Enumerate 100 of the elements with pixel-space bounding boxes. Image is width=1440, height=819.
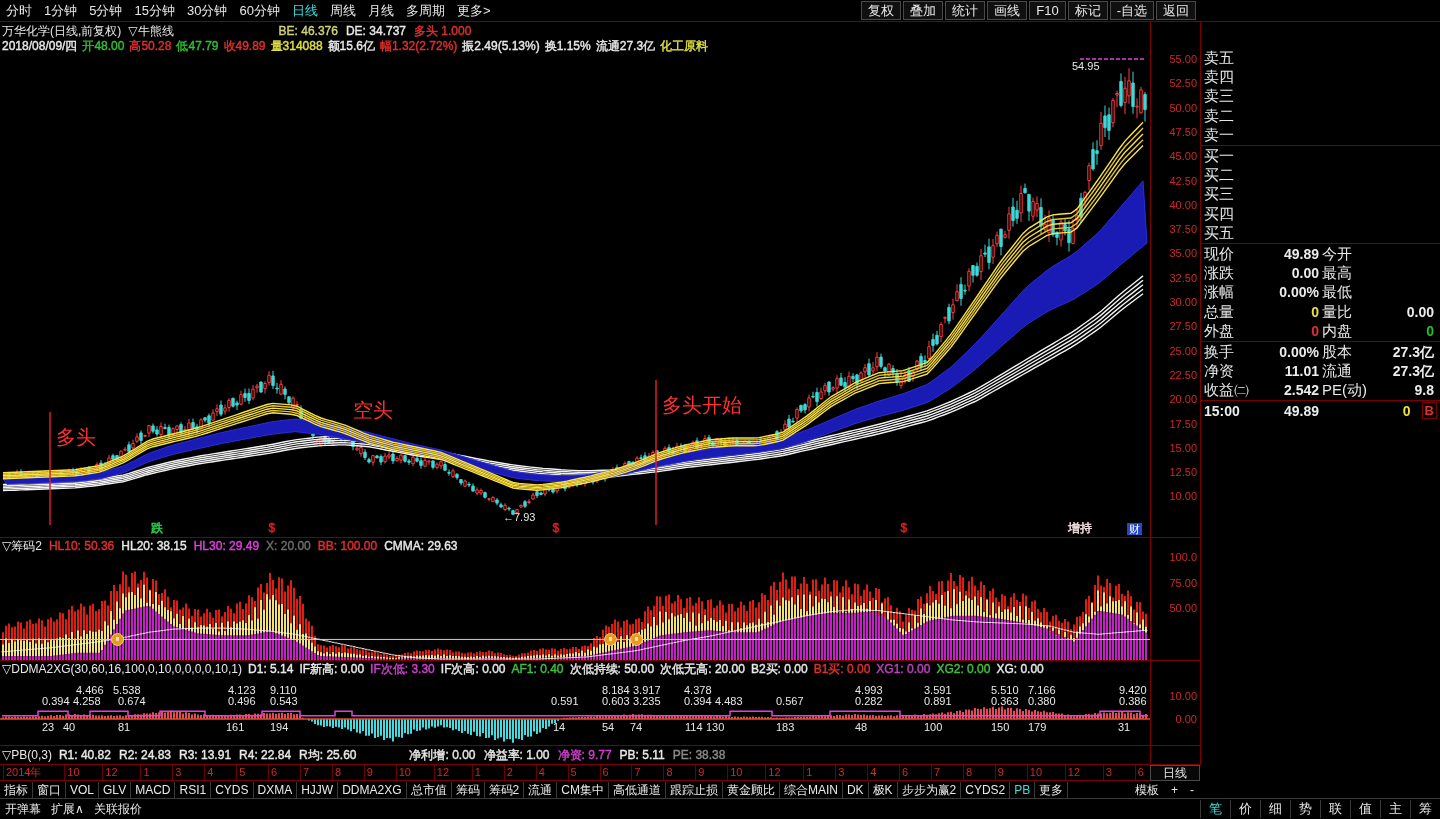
- panel-button[interactable]: -: [1184, 781, 1200, 798]
- indicator-tab[interactable]: 指标: [0, 781, 33, 798]
- indicator-value: PE: 38.38: [672, 748, 726, 762]
- bottom-link[interactable]: 扩展∧: [46, 800, 89, 818]
- time-axis-label: 8: [962, 765, 973, 780]
- quote-label: 量比: [1322, 302, 1353, 321]
- period-tab[interactable]: 日线: [285, 1, 324, 20]
- period-tab[interactable]: 月线: [361, 1, 400, 20]
- count-label: 14: [553, 721, 566, 733]
- toolbar-button[interactable]: 标记: [1067, 1, 1108, 20]
- time-axis-label: 10: [395, 765, 411, 780]
- view-tab[interactable]: 值: [1350, 800, 1380, 818]
- indicator-tab[interactable]: VOL: [66, 781, 99, 798]
- time-axis-label: 9: [363, 765, 373, 780]
- indicator-tab[interactable]: 综合MAIN: [779, 781, 843, 798]
- indicator-tab[interactable]: GLV: [99, 781, 132, 798]
- panel-button[interactable]: +: [1165, 781, 1184, 798]
- order-book-label: 卖四: [1204, 68, 1235, 87]
- indicator-tab[interactable]: CYDS2: [961, 781, 1011, 798]
- axis-label: 25.00: [1169, 344, 1197, 357]
- quote-label: 总量: [1204, 302, 1235, 321]
- view-tab[interactable]: 筹: [1410, 800, 1440, 818]
- indicator-tab[interactable]: 筹码: [451, 781, 485, 798]
- period-tab[interactable]: 30分钟: [180, 1, 234, 20]
- value-label: 3.917: [633, 684, 661, 696]
- indicator-value: AF1: 0.40: [511, 662, 564, 676]
- indicator-tab[interactable]: DK: [842, 781, 869, 798]
- value-label: 0.543: [270, 695, 298, 707]
- bar-info-value: 开48.00: [82, 39, 125, 53]
- indicator-tab[interactable]: 跟踪止损: [665, 781, 723, 798]
- indicator-tab[interactable]: 窗口: [33, 781, 66, 798]
- indicator-tab[interactable]: RSI1: [175, 781, 212, 798]
- quote-value: 0: [1311, 302, 1320, 321]
- count-label: 23: [42, 721, 55, 733]
- toolbar-button[interactable]: 复权: [861, 1, 902, 20]
- time-axis-label: 3: [835, 765, 845, 780]
- view-tab[interactable]: 势: [1290, 800, 1320, 818]
- bottom-link[interactable]: 开弹幕: [0, 800, 46, 818]
- period-tab[interactable]: 多周期: [399, 1, 451, 20]
- period-tab[interactable]: 60分钟: [233, 1, 286, 20]
- bottom-link[interactable]: 关联报价: [88, 800, 147, 818]
- period-tab[interactable]: 分时: [0, 1, 38, 20]
- period-tab[interactable]: 更多>: [450, 1, 497, 20]
- panel-button[interactable]: 模板: [1129, 781, 1165, 798]
- count-label: 179: [1028, 721, 1047, 733]
- value-label: 0.363: [991, 695, 1019, 707]
- toolbar-button[interactable]: F10: [1029, 1, 1066, 20]
- indicator-tab[interactable]: 流通: [524, 781, 558, 798]
- indicator-tab[interactable]: 黄金顾比: [722, 781, 780, 798]
- indicator-name[interactable]: ▽PB(0,3): [2, 748, 52, 762]
- order-book-label: 买一: [1204, 146, 1235, 165]
- period-tab[interactable]: 5分钟: [83, 1, 129, 20]
- indicator-tab[interactable]: DXMA: [253, 781, 298, 798]
- indicator-tab[interactable]: 高低通道: [608, 781, 666, 798]
- indicator-tab[interactable]: DDMA2XG: [338, 781, 407, 798]
- time-axis-label: 2014年: [3, 765, 42, 780]
- period-tab[interactable]: 15分钟: [128, 1, 181, 20]
- indicator-tab[interactable]: PB: [1010, 781, 1036, 798]
- indicator-tab[interactable]: 总市值: [406, 781, 452, 798]
- indicator-tab[interactable]: 更多: [1035, 781, 1069, 798]
- value-label: 0.603: [602, 695, 630, 707]
- indicator-tab[interactable]: MACD: [131, 781, 176, 798]
- view-tab[interactable]: 笔: [1200, 800, 1230, 818]
- bar-info-value: 振2.49(5.13%): [462, 39, 540, 53]
- indicator-tab[interactable]: HJJW: [297, 781, 339, 798]
- indicator-tab[interactable]: 步步为赢2: [897, 781, 962, 798]
- value-label: 4.378: [684, 684, 712, 696]
- view-tab[interactable]: 主: [1380, 800, 1410, 818]
- toolbar-button[interactable]: 画线: [987, 1, 1028, 20]
- axis-label: 100.0: [1169, 551, 1197, 563]
- indicator-name[interactable]: ▽DDMA2XG(30,60,16,100,0,10,0,0,0,0,10,1): [2, 662, 243, 676]
- period-button[interactable]: 日线: [1150, 765, 1200, 781]
- indicator-name[interactable]: ▽筹码2: [2, 539, 42, 553]
- toolbar-button[interactable]: 统计: [945, 1, 986, 20]
- value-label: 0.674: [118, 695, 146, 707]
- indicator-name[interactable]: ▽牛熊线: [128, 24, 174, 38]
- period-tab[interactable]: 周线: [323, 1, 362, 20]
- toolbar-button[interactable]: -自选: [1109, 1, 1154, 20]
- value-label: 0.380: [1028, 695, 1056, 707]
- toolbar-button[interactable]: 叠加: [903, 1, 944, 20]
- view-tab[interactable]: 价: [1230, 800, 1260, 818]
- view-tab[interactable]: 联: [1320, 800, 1350, 818]
- value-label: 4.483: [715, 695, 743, 707]
- quote-label: 最高: [1322, 264, 1353, 282]
- indicator-tab[interactable]: 筹码2: [484, 781, 525, 798]
- period-tab[interactable]: 1分钟: [38, 1, 84, 20]
- indicator-tab[interactable]: CM集中: [557, 781, 609, 798]
- toolbar-button[interactable]: 返回: [1156, 1, 1196, 20]
- view-tab[interactable]: 细: [1260, 800, 1290, 818]
- quote-value: 0.00%: [1279, 342, 1320, 361]
- indicator-tab[interactable]: 极K: [868, 781, 898, 798]
- quote-label: 涨幅: [1204, 283, 1235, 302]
- indicator-tab[interactable]: CYDS: [211, 781, 254, 798]
- event-marker: $: [552, 522, 560, 535]
- indicator-value: IF新高: 0.00: [299, 662, 365, 676]
- chart-title: 万华化学(日线,前复权): [2, 24, 122, 38]
- quote-label: 股本: [1322, 342, 1353, 361]
- quote-label: 现价: [1204, 244, 1235, 263]
- indicator-value: XG1: 0.00: [876, 662, 931, 676]
- indicator-value: D1: 5.14: [248, 662, 294, 676]
